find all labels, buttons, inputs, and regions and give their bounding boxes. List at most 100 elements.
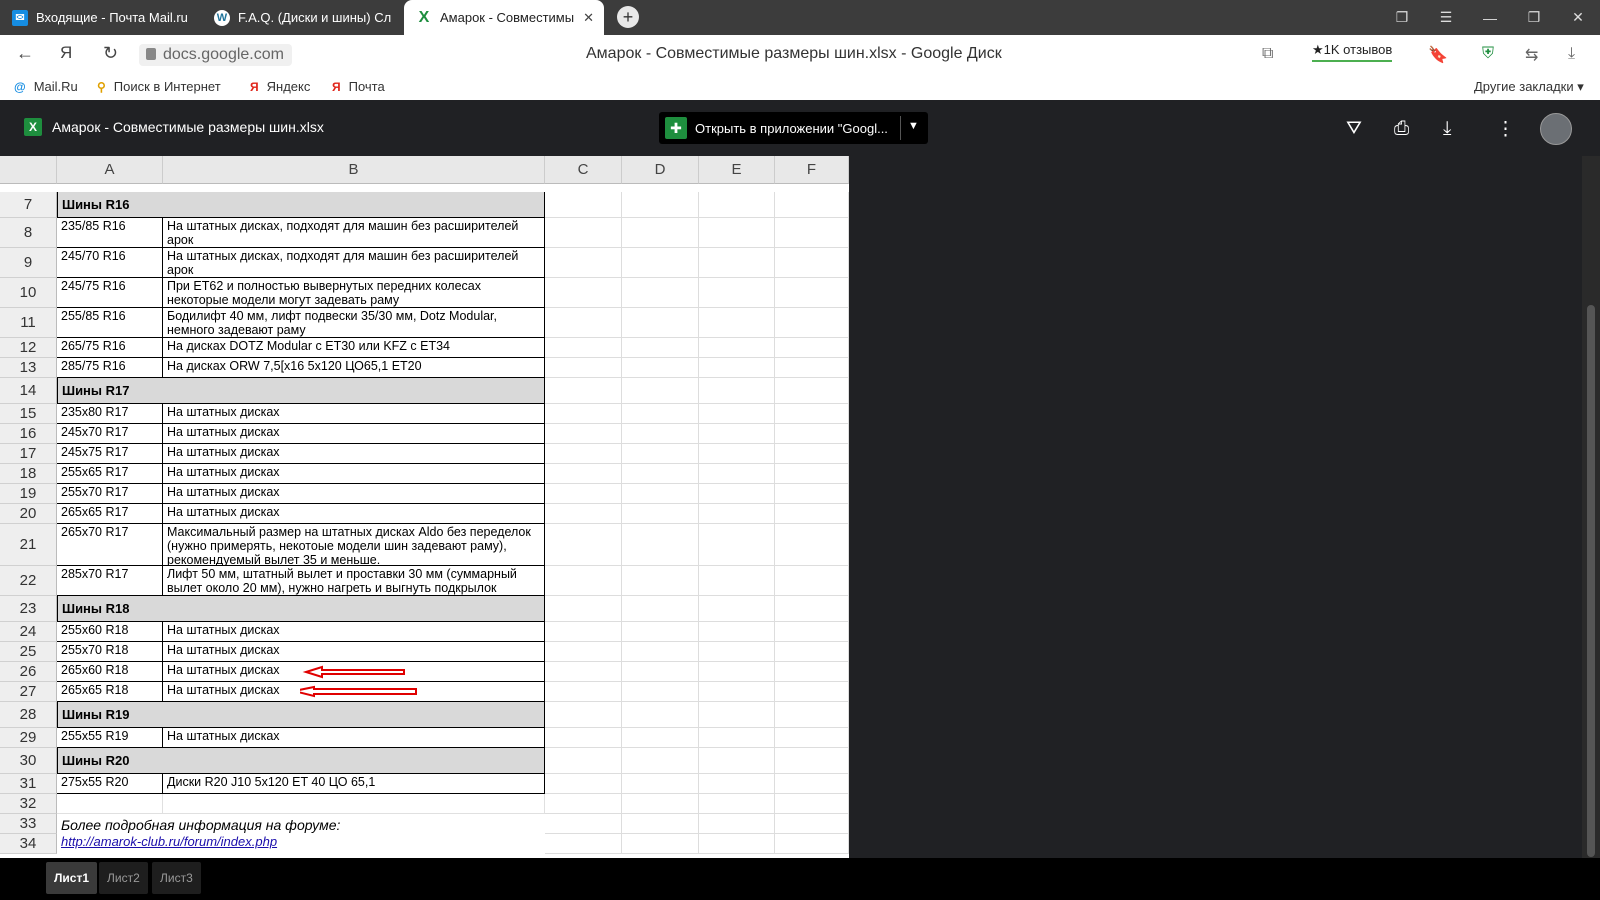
column-header-d[interactable]: D <box>622 156 699 184</box>
empty-cell[interactable] <box>622 682 699 702</box>
empty-cell[interactable] <box>545 484 622 504</box>
column-header-a[interactable]: A <box>57 156 163 184</box>
empty-cell[interactable] <box>699 834 775 854</box>
empty-cell[interactable] <box>699 358 775 378</box>
menu-icon[interactable]: ☰ <box>1424 9 1468 26</box>
empty-cell[interactable] <box>545 728 622 748</box>
empty-cell[interactable] <box>699 682 775 702</box>
empty-cell[interactable] <box>622 248 699 278</box>
close-tab-icon[interactable]: ✕ <box>583 10 594 26</box>
download-icon[interactable]: ⤓ <box>1443 118 1451 140</box>
empty-cell[interactable] <box>775 642 849 662</box>
empty-cell[interactable] <box>545 308 622 338</box>
empty-cell[interactable] <box>622 192 699 218</box>
empty-cell[interactable] <box>699 702 775 728</box>
row-number[interactable]: 18 <box>0 464 57 484</box>
empty-cell[interactable] <box>622 748 699 774</box>
empty-cell[interactable] <box>622 378 699 404</box>
empty-cell[interactable] <box>622 358 699 378</box>
empty-cell[interactable] <box>622 308 699 338</box>
translate-icon[interactable]: ⇆ <box>1525 45 1538 65</box>
column-header-c[interactable]: C <box>545 156 622 184</box>
scrollbar-thumb[interactable] <box>1587 305 1595 857</box>
bookmarks-panel-icon[interactable]: ❐ <box>1380 9 1424 26</box>
empty-cell[interactable] <box>775 248 849 278</box>
empty-cell[interactable] <box>545 774 622 794</box>
empty-cell[interactable] <box>545 682 622 702</box>
empty-cell[interactable] <box>775 834 849 854</box>
row-number[interactable]: 33 <box>0 814 57 834</box>
empty-cell[interactable] <box>545 748 622 774</box>
empty-cell[interactable] <box>699 728 775 748</box>
row-number[interactable]: 28 <box>0 702 57 728</box>
empty-cell[interactable] <box>545 444 622 464</box>
more-options-icon[interactable]: ⋮ <box>1496 118 1515 141</box>
empty-cell[interactable] <box>699 748 775 774</box>
empty-cell[interactable] <box>622 774 699 794</box>
column-header-e[interactable]: E <box>699 156 775 184</box>
empty-cell[interactable] <box>622 596 699 622</box>
row-number[interactable]: 25 <box>0 642 57 662</box>
tire-size-cell[interactable]: 255x55 R19 <box>57 728 163 748</box>
empty-cell[interactable] <box>699 378 775 404</box>
tire-size-cell[interactable]: 255/85 R16 <box>57 308 163 338</box>
empty-cell[interactable] <box>622 338 699 358</box>
row-number[interactable]: 22 <box>0 566 57 596</box>
tire-size-cell[interactable]: 275x55 R20 <box>57 774 163 794</box>
empty-cell[interactable] <box>545 702 622 728</box>
tire-size-cell[interactable]: 245x70 R17 <box>57 424 163 444</box>
empty-cell[interactable] <box>775 378 849 404</box>
tire-size-cell[interactable]: 235x80 R17 <box>57 404 163 424</box>
browser-tab-faq[interactable]: W F.A.Q. (Диски и шины) Сл <box>202 0 392 35</box>
empty-cell[interactable] <box>775 338 849 358</box>
empty-cell[interactable] <box>775 484 849 504</box>
empty-cell[interactable] <box>775 774 849 794</box>
empty-cell[interactable] <box>545 218 622 248</box>
tire-size-cell[interactable]: 265/75 R16 <box>57 338 163 358</box>
empty-cell[interactable] <box>775 278 849 308</box>
empty-cell[interactable] <box>699 278 775 308</box>
tire-size-cell[interactable]: 245x75 R17 <box>57 444 163 464</box>
empty-cell[interactable] <box>545 504 622 524</box>
row-number[interactable]: 26 <box>0 662 57 682</box>
empty-cell[interactable] <box>699 504 775 524</box>
print-icon[interactable]: ⎙ <box>1394 118 1409 140</box>
empty-cell[interactable] <box>775 702 849 728</box>
empty-cell[interactable] <box>545 566 622 596</box>
empty-cell[interactable] <box>622 444 699 464</box>
empty-cell[interactable] <box>622 218 699 248</box>
empty-cell[interactable] <box>622 728 699 748</box>
browser-tab-active[interactable]: X Амарок - Совместимы ✕ <box>404 0 604 35</box>
bookmark-search[interactable]: ⚲ Поиск в Интернет <box>97 79 221 94</box>
empty-cell[interactable] <box>699 622 775 642</box>
empty-cell[interactable] <box>622 524 699 566</box>
empty-cell[interactable] <box>699 192 775 218</box>
row-number[interactable]: 14 <box>0 378 57 404</box>
row-number[interactable]: 16 <box>0 424 57 444</box>
empty-cell[interactable] <box>622 642 699 662</box>
empty-cell[interactable] <box>775 814 849 834</box>
row-number[interactable]: 15 <box>0 404 57 424</box>
empty-cell[interactable] <box>775 358 849 378</box>
tire-size-cell[interactable]: 255x60 R18 <box>57 622 163 642</box>
sheet-tab-2[interactable]: Лист2 <box>99 862 148 894</box>
empty-cell[interactable] <box>545 338 622 358</box>
empty-cell[interactable] <box>699 524 775 566</box>
tire-size-cell[interactable]: 255x70 R17 <box>57 484 163 504</box>
empty-cell[interactable] <box>57 794 163 814</box>
reload-icon[interactable]: ↻ <box>103 43 118 64</box>
restore-icon[interactable]: ❐ <box>1512 9 1556 26</box>
empty-cell[interactable] <box>699 566 775 596</box>
row-number[interactable]: 19 <box>0 484 57 504</box>
sheet-tab-1[interactable]: Лист1 <box>46 862 98 894</box>
empty-cell[interactable] <box>775 748 849 774</box>
empty-cell[interactable] <box>775 444 849 464</box>
row-number[interactable]: 20 <box>0 504 57 524</box>
open-in-app-button[interactable]: ✚ Открыть в приложении "Googl... ▼ <box>659 112 928 144</box>
close-window-icon[interactable]: ✕ <box>1556 9 1600 26</box>
row-number[interactable]: 34 <box>0 834 57 854</box>
empty-cell[interactable] <box>545 814 622 834</box>
empty-cell[interactable] <box>699 424 775 444</box>
tire-size-cell[interactable]: 265x65 R17 <box>57 504 163 524</box>
row-number[interactable]: 24 <box>0 622 57 642</box>
